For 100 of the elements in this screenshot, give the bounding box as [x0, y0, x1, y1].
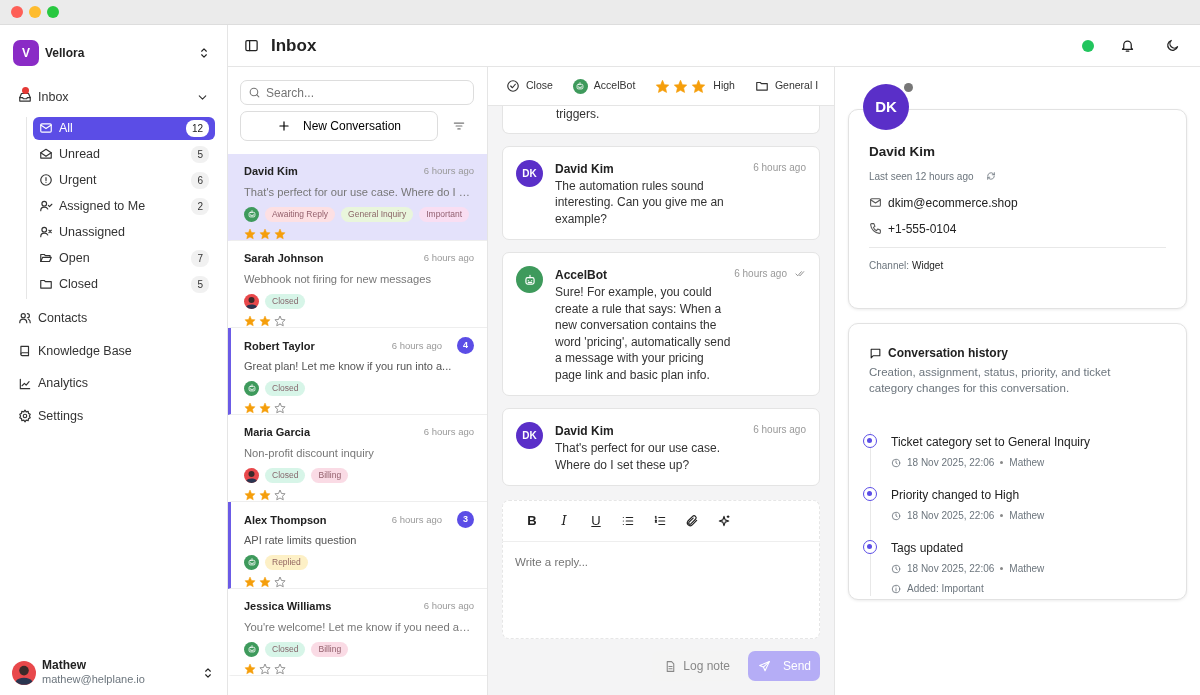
sparkle-icon[interactable]	[717, 514, 731, 528]
tag: Replied	[265, 554, 308, 570]
nav-item[interactable]: Closed 5	[33, 272, 215, 296]
tag: Billing	[311, 467, 349, 483]
bot-avatar	[244, 380, 259, 396]
conversation-row[interactable]: Jessica Williams 6 hours ago You're welcome! Let me know if you need a… Closed Billing	[228, 589, 487, 677]
event-note: Added: Important	[907, 582, 984, 597]
timestamp: 6 hours ago	[423, 599, 474, 614]
sidebar-toggle-icon[interactable]	[244, 38, 259, 54]
star-icon	[244, 575, 256, 588]
bullet-list-icon[interactable]	[621, 514, 635, 528]
event-title: Tags updated	[891, 540, 965, 558]
reply-field[interactable]: Write a reply...	[502, 542, 820, 639]
open-envelope-icon	[39, 147, 53, 162]
tag: Billing	[311, 641, 349, 657]
message-icon	[869, 346, 882, 360]
event-date: 18 Nov 2025, 22:06	[907, 456, 995, 471]
toolbar-item[interactable]: High	[713, 78, 735, 95]
tag: General Inquiry	[341, 206, 414, 222]
nav-item[interactable]: Inbox	[12, 84, 215, 111]
tag: Closed	[265, 293, 306, 309]
settings-icon	[18, 409, 32, 424]
message-preview: Webhook not firing for new messages	[244, 271, 432, 287]
channel-label: Channel:	[869, 258, 910, 273]
nav-item[interactable]: Assigned to Me 2	[33, 194, 215, 218]
conversation-row[interactable]: David Kim 6 hours ago That's perfect for our use case. Where do I … Awaiting Reply General Inquiry Important	[228, 154, 487, 242]
mail-icon	[39, 121, 53, 136]
event-title: Ticket category set to General Inquiry	[891, 434, 1091, 452]
star-icon	[244, 401, 256, 414]
star-icon	[259, 401, 271, 414]
user-check-icon	[39, 199, 53, 214]
event-author: Mathew	[1009, 456, 1045, 471]
contact-name: David Kim	[244, 164, 299, 180]
nav-item[interactable]: Settings	[12, 403, 215, 430]
nav-item[interactable]: Knowledge Base	[12, 337, 215, 365]
event-author: Mathew	[1009, 562, 1045, 577]
timeline-dot	[863, 434, 877, 449]
notifications-icon[interactable]	[1120, 38, 1135, 54]
underline-button[interactable]: U	[589, 511, 603, 531]
user-name: Mathew	[42, 658, 87, 674]
event-date: 18 Nov 2025, 22:06	[907, 562, 995, 577]
star-icon	[259, 662, 271, 675]
contact-phone: +1-555-0104	[888, 220, 957, 238]
nav-item[interactable]: All 12	[33, 116, 215, 140]
star-icon	[274, 575, 286, 588]
nav-item[interactable]: Analytics	[12, 370, 215, 397]
unread-count: 4	[457, 337, 474, 355]
paperclip-icon[interactable]	[685, 514, 699, 528]
nav-item[interactable]: Unread 5	[33, 142, 215, 166]
toolbar-item[interactable]: General I	[754, 78, 819, 95]
star-icon	[244, 227, 256, 240]
email-icon	[869, 196, 882, 210]
contact-name: Jessica Williams	[244, 599, 333, 615]
message-text: That's perfect for our use case. Where do I set these up?	[555, 440, 722, 474]
user-avatar	[244, 293, 259, 309]
new-conversation-button[interactable]: New Conversation	[240, 111, 438, 142]
toolbar-item[interactable]: AccelBot	[572, 78, 636, 95]
channel-value: Widget	[912, 258, 944, 273]
user-email: mathew@helplane.io	[42, 673, 146, 687]
tag: Awaiting Reply	[265, 206, 336, 222]
last-seen: Last seen 12 hours ago	[869, 169, 974, 184]
search-icon	[248, 86, 261, 100]
nav-item[interactable]: Open 7	[33, 246, 215, 270]
separator-dot	[1000, 514, 1004, 518]
window-control[interactable]	[11, 6, 23, 18]
numbered-list-icon[interactable]	[653, 514, 667, 528]
timestamp: 6 hours ago	[391, 338, 442, 353]
section-title: Conversation history	[888, 345, 1009, 363]
star-icon	[655, 78, 671, 94]
alert-icon	[39, 173, 53, 188]
timestamp: 6 hours ago	[423, 425, 474, 440]
star-icon	[259, 227, 271, 240]
bold-button[interactable]: B	[525, 511, 539, 531]
star-icon	[244, 488, 256, 501]
search-field[interactable]: Search...	[240, 80, 474, 106]
star-icon	[274, 662, 286, 675]
page-title: Inbox	[271, 34, 318, 57]
star-icon	[259, 314, 271, 327]
author-name: David Kim	[555, 423, 615, 441]
timestamp: 6 hours ago	[423, 164, 474, 179]
nav-item[interactable]: Contacts	[12, 304, 215, 332]
message-preview: Great plan! Let me know if you run into a...	[244, 359, 453, 375]
nav-item[interactable]: Unassigned	[33, 220, 215, 244]
nav-item[interactable]: Urgent 6	[33, 168, 215, 192]
avatar: DK	[863, 84, 909, 131]
conversation-row[interactable]: Maria Garcia 6 hours ago Non-profit discount inquiry Closed Billing	[228, 415, 487, 503]
moon-icon[interactable]	[1165, 38, 1180, 54]
bot-avatar	[244, 641, 259, 657]
timestamp: 6 hours ago	[423, 251, 474, 266]
refresh-icon[interactable]	[985, 171, 996, 182]
unread-count: 3	[457, 511, 474, 529]
timestamp: 6 hours ago	[734, 267, 787, 282]
author-name: AccelBot	[555, 267, 608, 285]
conversation-row[interactable]: Sarah Johnson 6 hours ago Webhook not firing for new messages Closed	[228, 241, 487, 329]
avatar: DK	[516, 422, 543, 450]
italic-button[interactable]: I	[557, 511, 571, 531]
event-date: 18 Nov 2025, 22:06	[907, 509, 995, 524]
count-badge: 2	[191, 197, 209, 215]
toolbar-item[interactable]: Close	[506, 78, 553, 95]
bot-avatar	[244, 554, 259, 570]
